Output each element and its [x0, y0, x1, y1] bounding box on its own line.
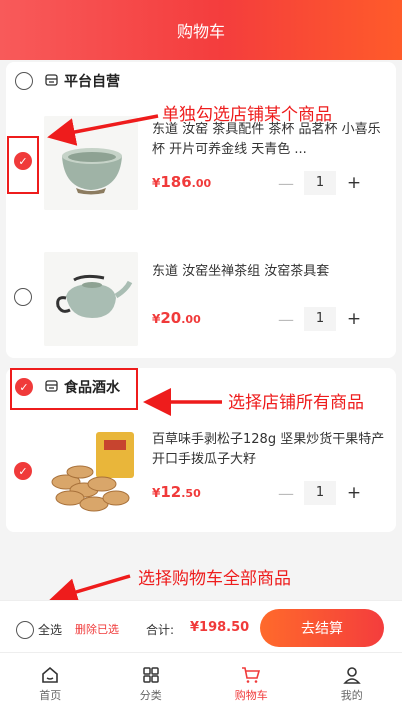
tab-label: 我的: [340, 688, 363, 702]
user-icon: [342, 663, 361, 687]
category-icon: [142, 663, 160, 687]
cart-icon: [241, 663, 261, 687]
delete-selected-button[interactable]: 删除已选: [75, 621, 119, 637]
tab-category[interactable]: 分类: [101, 653, 202, 712]
total-label: 合计:: [146, 623, 175, 637]
tab-label: 首页: [39, 688, 62, 702]
checkout-bar: 全选 删除已选 合计: ¥198.50 去结算: [0, 600, 402, 652]
tab-profile[interactable]: 我的: [302, 653, 402, 712]
tab-label: 购物车: [234, 688, 268, 702]
tab-label: 分类: [139, 688, 162, 702]
select-all-label[interactable]: 全选: [38, 621, 62, 638]
tab-cart[interactable]: 购物车: [201, 653, 302, 712]
total-value: ¥198.50: [190, 620, 250, 635]
home-icon: [41, 663, 59, 687]
tab-home[interactable]: 首页: [0, 653, 101, 712]
tab-bar: 首页 分类 购物车 我的: [0, 652, 402, 712]
select-all-checkbox[interactable]: [16, 621, 34, 639]
checkout-button[interactable]: 去结算: [260, 609, 384, 647]
